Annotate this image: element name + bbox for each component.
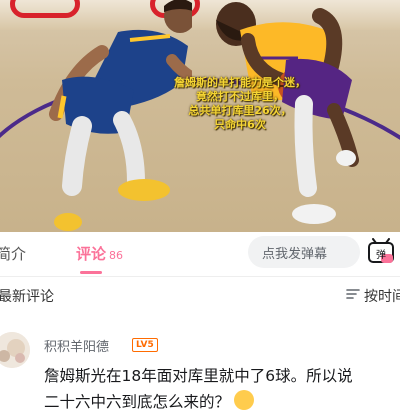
comment-text-line: 詹姆斯光在18年面对库里就中了6球。所以说: [44, 367, 353, 385]
comment-username[interactable]: 积积羊阳德: [44, 336, 109, 355]
danmaku-line: 总共单打库里26次，: [188, 104, 292, 117]
tab-comments[interactable]: 评论 86: [76, 243, 123, 264]
danmaku-toggle-label: 弹: [376, 248, 386, 261]
danmaku-line: 詹姆斯的单打能力是个迷，: [174, 76, 306, 89]
danmaku-line: 只命中6次: [214, 118, 266, 131]
danmaku-toggle-icon[interactable]: 弹: [367, 238, 395, 264]
thinking-face-icon: [234, 390, 255, 410]
tab-active-indicator: [80, 271, 102, 274]
comment-body: 詹姆斯光在18年面对库里就中了6球。所以说 二十六中六到底怎么来的？: [44, 363, 400, 415]
tab-comments-label: 评论: [76, 245, 107, 263]
comment-text-line: 二十六中六到底怎么来的？: [44, 389, 400, 415]
tab-intro[interactable]: 简介: [0, 243, 26, 264]
tab-comments-count: 86: [109, 249, 124, 262]
sort-list-icon[interactable]: [346, 288, 360, 300]
danmaku-line: 竟然打不过库里，: [196, 90, 284, 103]
danmaku-input[interactable]: 点我发弹幕: [248, 236, 360, 268]
danmaku-overlay: 詹姆斯的单打能力是个迷， 竟然打不过库里， 总共单打库里26次， 只命中6次: [150, 76, 330, 132]
sort-section-title: 最新评论: [0, 289, 54, 305]
avatar[interactable]: [0, 332, 30, 368]
video-player[interactable]: 詹姆斯的单打能力是个迷， 竟然打不过库里， 总共单打库里26次， 只命中6次: [0, 0, 400, 232]
sort-mode-button[interactable]: 按时间: [364, 286, 400, 306]
comment-sort-row: 最新评论 按时间: [0, 277, 400, 313]
comment-text-segment: 二十六中六到底怎么来的？: [44, 393, 231, 411]
user-level-badge: LV5: [132, 338, 158, 352]
avatar-image: [0, 332, 30, 368]
